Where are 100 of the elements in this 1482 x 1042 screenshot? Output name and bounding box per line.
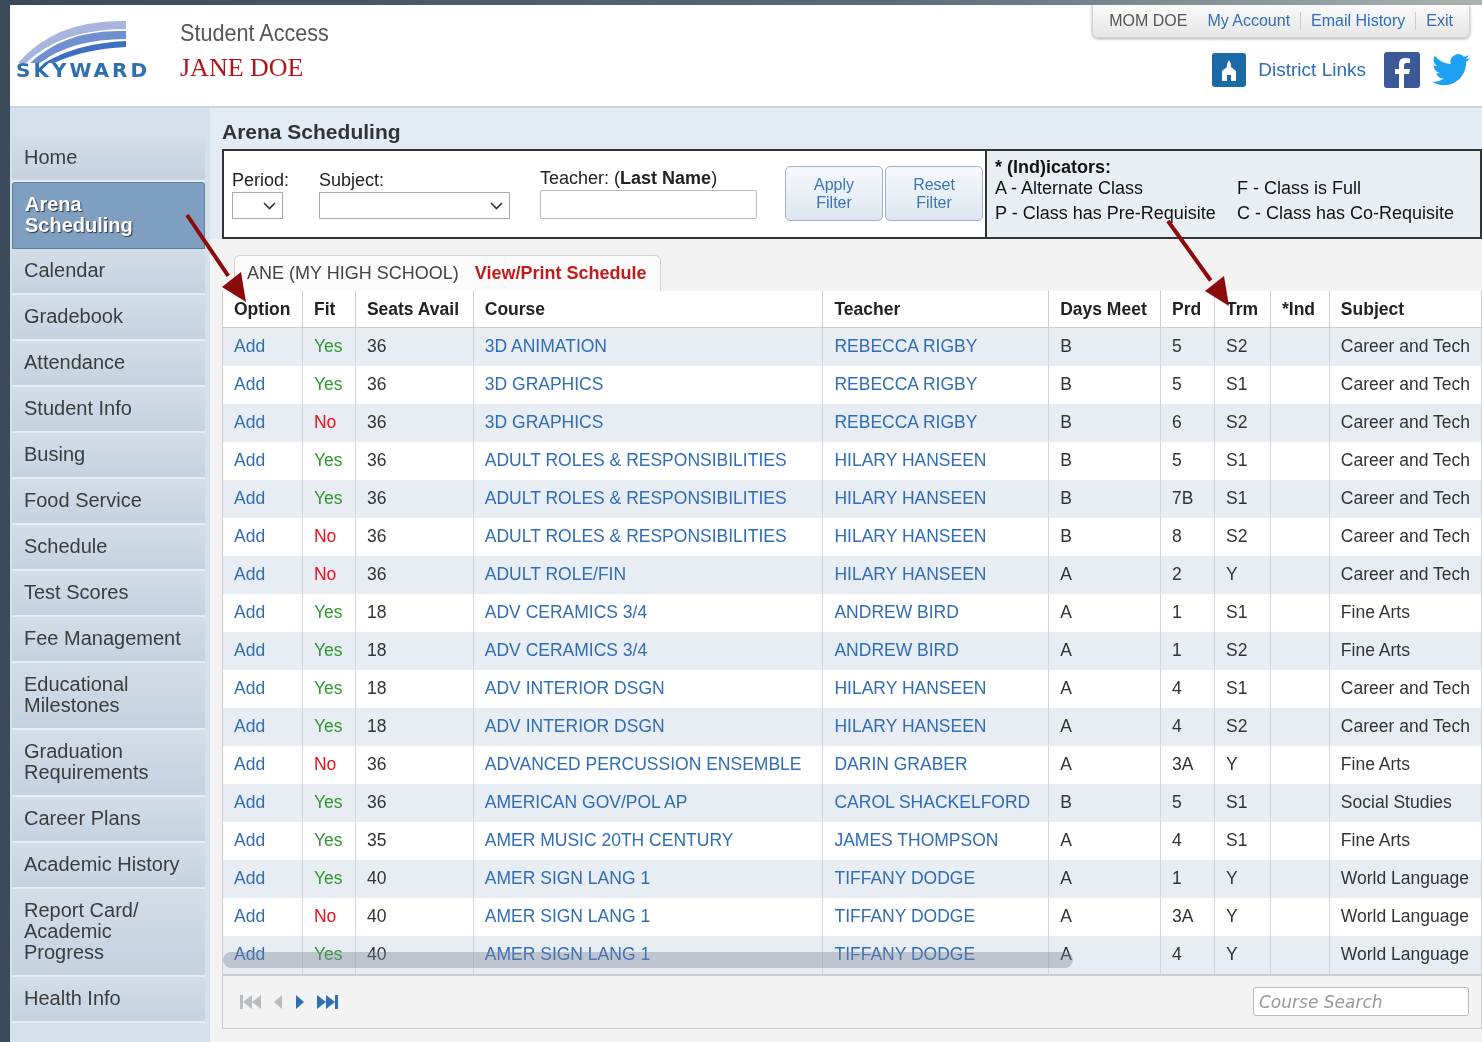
term-cell: S1	[1226, 488, 1248, 508]
course-link[interactable]: ADVANCED PERCUSSION ENSEMBLE	[484, 754, 802, 774]
twitter-icon[interactable]	[1432, 54, 1470, 86]
chevron-down-icon	[490, 201, 504, 210]
period-cell: 4	[1172, 678, 1182, 698]
course-link[interactable]: AMER SIGN LANG 1	[484, 906, 651, 926]
teacher-link[interactable]: HILARY HANSEEN	[834, 678, 987, 698]
add-link[interactable]: Add	[234, 602, 266, 622]
sidebar-item[interactable]: Fee Management	[12, 617, 205, 663]
course-search-field[interactable]: Course Search	[1253, 987, 1469, 1016]
subject-cell: Fine Arts	[1340, 830, 1410, 850]
school-building-icon[interactable]	[1212, 53, 1247, 87]
teacher-link[interactable]: HILARY HANSEEN	[834, 450, 987, 470]
days-meet: A	[1060, 716, 1072, 736]
subject-cell: Career and Tech	[1340, 526, 1470, 546]
add-link[interactable]: Add	[234, 754, 266, 774]
add-link[interactable]: Add	[234, 830, 266, 850]
subject-cell: Career and Tech	[1340, 488, 1470, 508]
days-meet: A	[1060, 564, 1072, 584]
sidebar-item[interactable]: Schedule	[12, 525, 205, 571]
course-link[interactable]: AMER MUSIC 20TH CENTURY	[484, 830, 734, 850]
column-header[interactable]: Course	[473, 291, 823, 328]
seats-available: 36	[366, 526, 387, 546]
add-link[interactable]: Add	[234, 678, 266, 698]
column-header[interactable]: Option	[223, 291, 303, 328]
sidebar-item[interactable]: Attendance	[12, 341, 205, 387]
column-header[interactable]: Trm	[1214, 291, 1271, 328]
teacher-input-field[interactable]	[540, 190, 758, 219]
sidebar-item[interactable]: Calendar	[12, 249, 205, 295]
column-header[interactable]: Seats Avail	[355, 291, 474, 328]
header-link[interactable]: Email History	[1300, 12, 1416, 30]
period-cell: 1	[1172, 602, 1182, 622]
sidebar-item[interactable]: Test Scores	[12, 571, 205, 617]
days-meet: B	[1060, 336, 1072, 357]
fit-status: No	[313, 754, 337, 774]
column-header[interactable]: *Ind	[1270, 291, 1330, 328]
filter-button[interactable]: Reset Filter	[885, 166, 984, 221]
sidebar-item[interactable]: Busing	[12, 433, 205, 479]
term-cell: S2	[1226, 336, 1248, 357]
course-link[interactable]: 3D GRAPHICS	[484, 412, 604, 432]
term-cell: S1	[1226, 374, 1248, 394]
seats-available: 18	[366, 716, 387, 736]
sidebar-item[interactable]: Graduation Requirements	[12, 730, 205, 797]
add-link[interactable]: Add	[234, 450, 266, 470]
teacher-link[interactable]: TIFFANY DODGE	[834, 906, 976, 926]
column-header[interactable]: Days Meet	[1048, 291, 1161, 328]
course-link[interactable]: ADV CERAMICS 3/4	[484, 602, 648, 622]
district-links-link[interactable]: District Links	[1258, 59, 1366, 81]
sidebar-item[interactable]: Academic History	[12, 843, 205, 889]
course-link[interactable]: 3D ANIMATION	[484, 336, 607, 357]
period-dropdown[interactable]	[232, 192, 283, 219]
view-print-schedule-link[interactable]: View/Print Schedule	[474, 263, 647, 284]
sidebar-item[interactable]: Gradebook	[12, 295, 205, 341]
add-link[interactable]: Add	[234, 906, 266, 926]
fit-status: No	[313, 412, 337, 432]
subject-dropdown[interactable]	[319, 192, 511, 219]
subject-cell: Career and Tech	[1340, 678, 1470, 698]
course-link[interactable]: 3D GRAPHICS	[484, 374, 604, 394]
sidebar-item[interactable]: Arena Scheduling	[12, 182, 205, 249]
seats-available: 35	[366, 830, 387, 850]
sidebar-item[interactable]: Educational Milestones	[12, 663, 205, 730]
header-link[interactable]: Exit	[1415, 12, 1463, 30]
sidebar-item[interactable]: Food Service	[12, 479, 205, 525]
seats-available: 36	[366, 792, 387, 812]
column-header[interactable]: Fit	[302, 291, 356, 328]
sidebar-item[interactable]: Report Card/ Academic Progress	[12, 889, 205, 977]
next-icon[interactable]	[294, 992, 306, 1011]
add-link[interactable]: Add	[234, 526, 266, 546]
term-cell: S1	[1226, 830, 1248, 850]
course-link[interactable]: ADV INTERIOR DSGN	[484, 678, 665, 698]
skip-to-last-icon[interactable]	[316, 992, 339, 1011]
page-title: Arena Scheduling	[222, 120, 401, 144]
column-header[interactable]: Subject	[1329, 291, 1482, 328]
subject-cell: World Language	[1340, 944, 1469, 964]
add-link[interactable]: Add	[234, 374, 266, 394]
filter-button[interactable]: Apply Filter	[785, 166, 884, 221]
sidebar-item[interactable]: Student Info	[12, 387, 205, 433]
sidebar-item[interactable]: Home	[12, 136, 205, 182]
course-link[interactable]: ADULT ROLES & RESPONSIBILITIES	[484, 450, 787, 470]
column-header[interactable]: Prd	[1160, 291, 1215, 328]
course-link[interactable]: ADULT ROLES & RESPONSIBILITIES	[484, 526, 787, 546]
fit-status: No	[313, 906, 337, 926]
teacher-label: Teacher: (Last Name)	[540, 168, 719, 189]
teacher-link[interactable]: ANDREW BIRD	[834, 602, 959, 622]
facebook-icon[interactable]	[1384, 52, 1420, 88]
period-label: Period:	[232, 170, 290, 191]
teacher-link[interactable]: HILARY HANSEEN	[834, 526, 987, 546]
days-meet: A	[1060, 678, 1072, 698]
period-cell: 6	[1172, 412, 1182, 432]
school-tab[interactable]: ANE (MY HIGH SCHOOL) View/Print Schedule	[234, 255, 662, 291]
teacher-link[interactable]: DARIN GRABER	[834, 754, 968, 774]
column-header[interactable]: Teacher	[822, 291, 1049, 328]
term-cell: S1	[1226, 678, 1248, 698]
teacher-link[interactable]: JAMES THOMPSON	[834, 830, 999, 850]
sidebar-item[interactable]: Career Plans	[12, 797, 205, 843]
sidebar-item[interactable]: Health Info	[12, 977, 205, 1023]
teacher-link[interactable]: REBECCA RIGBY	[834, 374, 978, 394]
subject-label: Subject:	[319, 170, 386, 191]
period-cell: 7B	[1172, 488, 1194, 508]
header-link[interactable]: My Account	[1197, 12, 1301, 30]
